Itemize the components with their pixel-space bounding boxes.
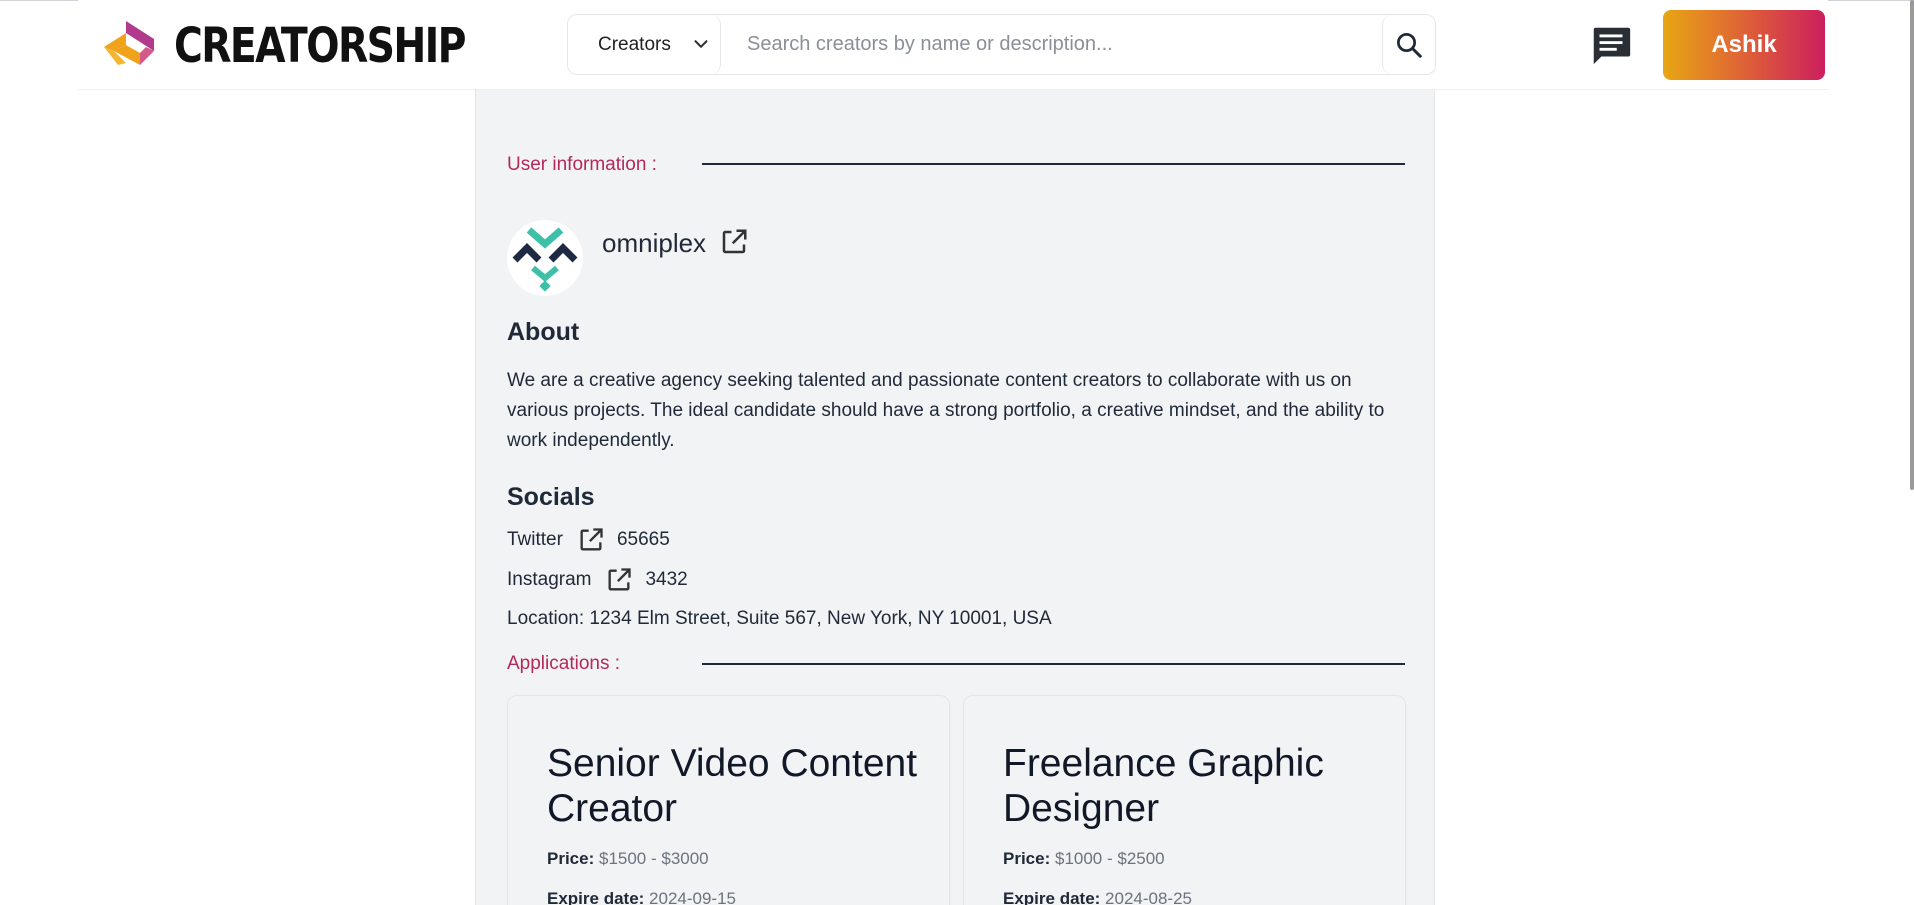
application-price: Price: $1000 - $2500	[1003, 849, 1375, 875]
avatar	[507, 220, 583, 296]
external-link-icon[interactable]	[577, 526, 605, 554]
brand-logo[interactable]: CREATORSHIP	[100, 17, 529, 75]
price-label: Price:	[1003, 849, 1051, 868]
price-label: Price:	[547, 849, 595, 868]
search-icon	[1397, 32, 1422, 58]
expire-label: Expire date:	[1003, 889, 1101, 905]
social-twitter: Twitter 65665	[507, 525, 670, 555]
location-text: Location: 1234 Elm Street, Suite 567, Ne…	[507, 608, 1052, 629]
expire-label: Expire date:	[547, 889, 645, 905]
section-divider	[702, 663, 1405, 665]
category-select-value: Creators	[598, 33, 671, 55]
application-card[interactable]: Senior Video Content Creator Price: $150…	[507, 695, 950, 905]
about-heading: About	[507, 318, 580, 346]
social-name: Twitter	[507, 529, 563, 550]
social-count: 3432	[645, 569, 688, 590]
chevron-down-icon	[694, 40, 708, 48]
application-expire: Expire date: 2024-09-15	[547, 889, 919, 905]
application-price: Price: $1500 - $3000	[547, 849, 919, 875]
application-expire: Expire date: 2024-08-25	[1003, 889, 1375, 905]
external-link-icon[interactable]	[719, 227, 749, 257]
expire-value: 2024-08-25	[1105, 889, 1193, 905]
price-value: $1500 - $3000	[598, 849, 709, 868]
expire-value: 2024-09-15	[649, 889, 737, 905]
search-input[interactable]	[721, 15, 1382, 74]
user-profile-panel: User information : omniplex About We are…	[475, 90, 1435, 905]
user-info-label: User information :	[507, 154, 657, 175]
applications-label: Applications :	[507, 653, 621, 674]
search-button[interactable]	[1382, 15, 1435, 74]
application-card[interactable]: Freelance Graphic Designer Price: $1000 …	[963, 695, 1406, 905]
social-count: 65665	[616, 529, 670, 550]
message-icon[interactable]	[1588, 22, 1634, 68]
social-instagram: Instagram 3432	[507, 565, 688, 595]
price-value: $1000 - $2500	[1054, 849, 1165, 868]
external-link-icon[interactable]	[605, 566, 633, 594]
section-divider	[702, 163, 1405, 165]
socials-heading: Socials	[507, 483, 595, 511]
user-menu-button[interactable]: Ashik	[1663, 10, 1825, 80]
page-scrollbar[interactable]	[1910, 0, 1914, 490]
application-title: Freelance Graphic Designer	[1003, 742, 1324, 830]
application-title: Senior Video Content Creator	[547, 742, 918, 830]
search-bar: Creators	[567, 14, 1436, 75]
username: omniplex	[602, 228, 707, 258]
category-select[interactable]: Creators	[568, 15, 721, 74]
about-text: We are a creative agency seeking talente…	[507, 370, 1385, 451]
social-name: Instagram	[507, 569, 592, 590]
brand-name: CREATORSHIP	[174, 18, 466, 74]
omniplex-logo-icon	[512, 227, 578, 292]
creatorship-logo-icon	[104, 21, 154, 65]
top-navbar: CREATORSHIP Creators Ashik	[78, 0, 1828, 90]
